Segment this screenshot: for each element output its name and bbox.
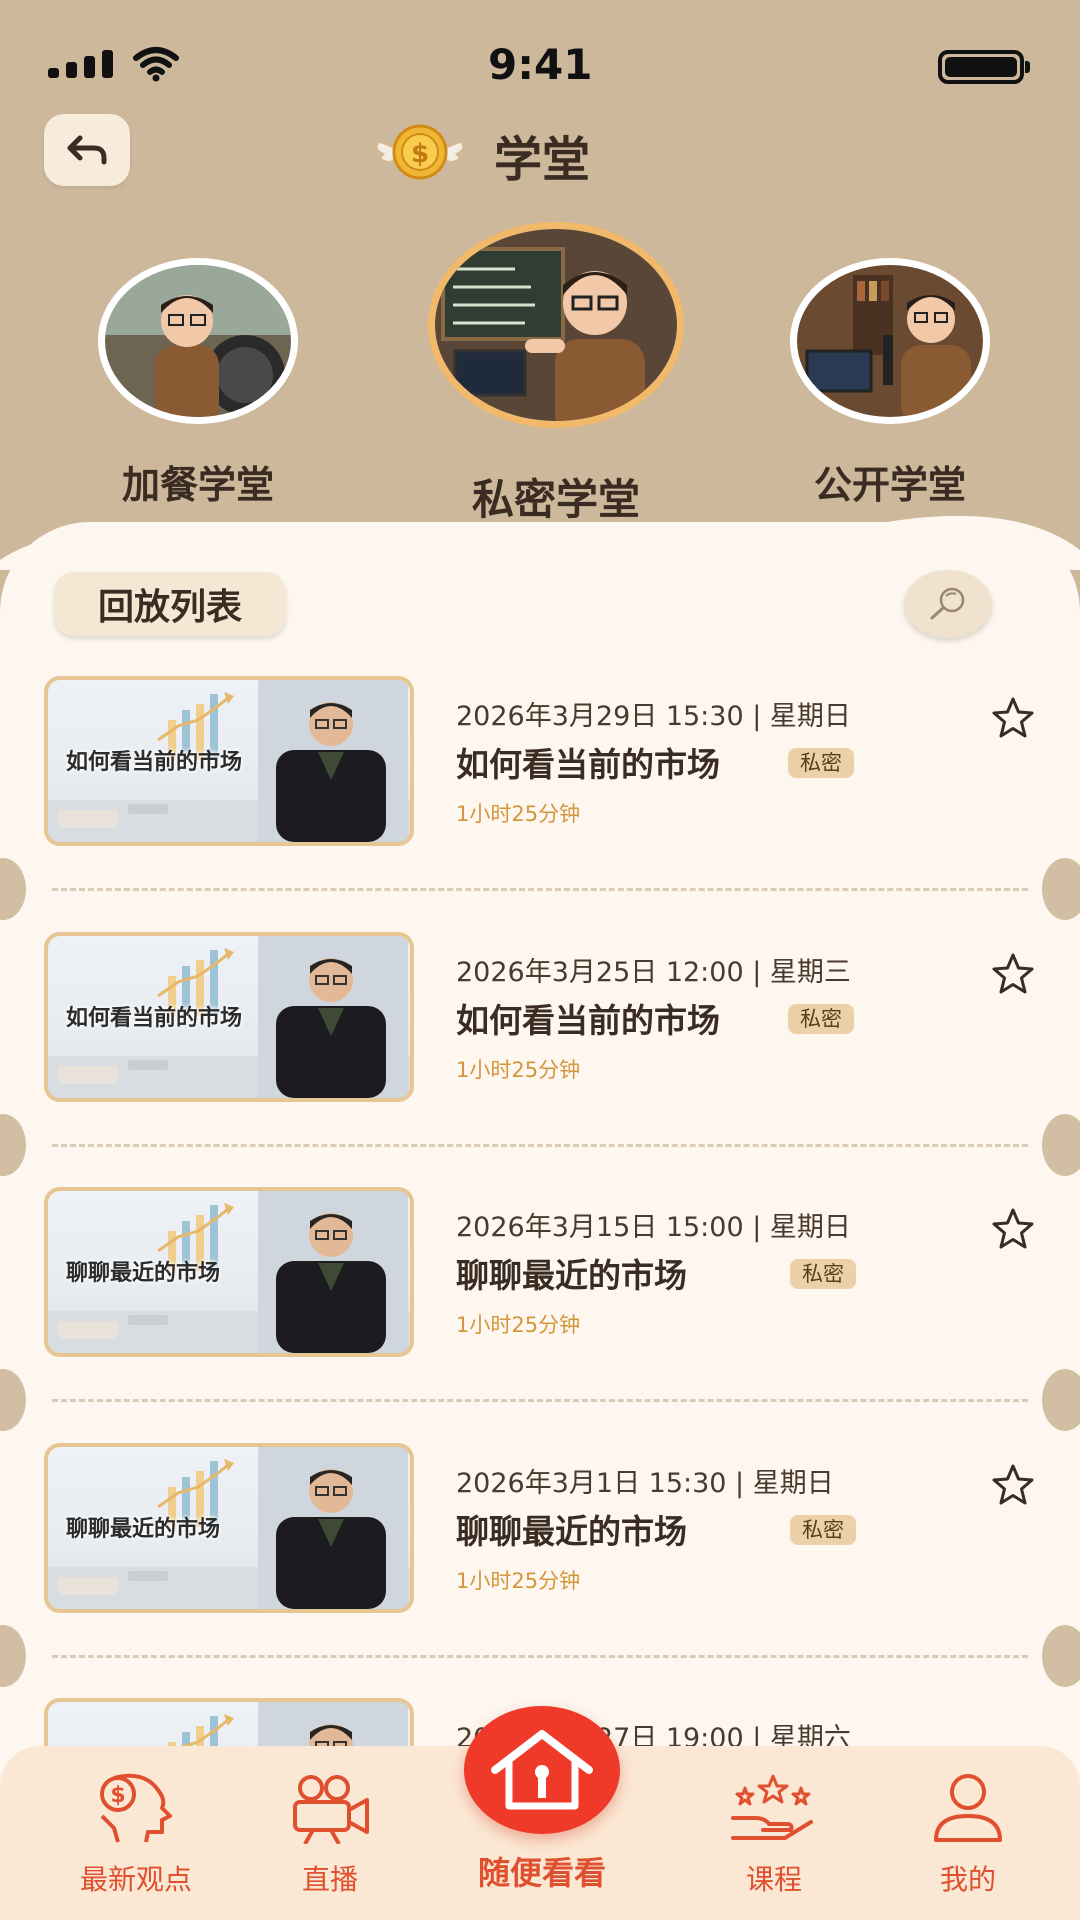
item-title: 聊聊最近的市场 <box>456 1512 687 1551</box>
battery-icon <box>938 50 1024 84</box>
list-item[interactable]: 如何看当前的市场 2026年3月29日 15:30 | 星期日如何看当前的市场 私密… <box>0 676 1080 856</box>
nav-courses-label: 课程 <box>745 1863 802 1896</box>
search-button[interactable] <box>904 570 992 638</box>
hand-stars-icon <box>731 1774 813 1840</box>
status-badge: 私密 <box>788 748 854 778</box>
nav-mine-label: 我的 <box>939 1863 996 1896</box>
coin-logo-icon: $ <box>376 124 464 180</box>
video-thumbnail[interactable]: 如何看当前的市场 <box>44 932 414 1102</box>
clock: 9:41 <box>488 40 593 89</box>
ticket-notch <box>1042 1114 1080 1176</box>
ticket-notch <box>1042 1369 1080 1431</box>
school-extra[interactable]: 加餐学堂 <box>98 258 298 507</box>
list-item[interactable]: 聊聊最近的市场 2026年3月1日 15:30 | 星期日聊聊最近的市场 私密 1小时… <box>0 1443 1080 1623</box>
panel-wave <box>0 515 1080 570</box>
money-head-icon: $ <box>100 1773 172 1843</box>
status-badge: 私密 <box>788 1004 854 1034</box>
item-title: 如何看当前的市场 <box>456 745 720 784</box>
back-arrow-icon <box>67 135 107 165</box>
nav-live-label: 直播 <box>301 1863 358 1896</box>
item-duration: 1小时25分钟 <box>456 1569 581 1593</box>
status-badge: 私密 <box>790 1515 856 1545</box>
ticket-notch <box>1042 1625 1080 1687</box>
school-private[interactable]: 私密学堂 <box>428 222 684 524</box>
item-date: 2026年3月1日 15:30 | 星期日 <box>456 1468 834 1499</box>
nav-home-label[interactable]: 随便看看 <box>442 1848 642 1894</box>
list-item[interactable]: 聊聊最近的市场 2026年3月15日 15:00 | 星期日聊聊最近的市场 私密 1小… <box>0 1187 1080 1367</box>
item-duration: 1小时25分钟 <box>456 802 581 826</box>
item-date: 2026年3月29日 15:30 | 星期日 <box>456 701 851 732</box>
back-button[interactable] <box>44 114 130 186</box>
video-thumbnail[interactable]: 如何看当前的市场 <box>44 676 414 846</box>
status-bar: 9:41 <box>0 0 1080 130</box>
item-date: 2026年3月25日 12:00 | 星期三 <box>456 957 851 988</box>
item-duration: 1小时25分钟 <box>456 1058 581 1082</box>
video-camera-icon <box>293 1775 369 1845</box>
star-icon[interactable] <box>990 1207 1036 1251</box>
list-item[interactable]: 如何看当前的市场 2026年3月25日 12:00 | 星期三如何看当前的市场 私密… <box>0 932 1080 1112</box>
star-icon[interactable] <box>990 1463 1036 1507</box>
thumbnail-title: 如何看当前的市场 <box>66 750 243 775</box>
nav-latest[interactable]: $ 最新观点 <box>56 1772 216 1898</box>
school-public[interactable]: 公开学堂 <box>790 258 990 507</box>
avatar[interactable] <box>428 222 684 428</box>
nav-latest-label: 最新观点 <box>79 1863 192 1896</box>
home-icon <box>491 1730 593 1810</box>
item-title: 如何看当前的市场 <box>456 1001 720 1040</box>
avatar[interactable] <box>790 258 990 424</box>
search-icon <box>930 587 965 620</box>
thumbnail-title: 如何看当前的市场 <box>66 1006 243 1031</box>
signal-icon <box>48 50 113 78</box>
wifi-icon <box>133 47 179 82</box>
divider <box>52 1144 1028 1147</box>
svg-text:$: $ <box>110 1783 125 1808</box>
thumbnail-title: 聊聊最近的市场 <box>66 1517 221 1542</box>
svg-text:$: $ <box>411 139 429 169</box>
divider <box>52 888 1028 891</box>
item-title: 聊聊最近的市场 <box>456 1256 687 1295</box>
star-icon[interactable] <box>990 696 1036 740</box>
item-date: 2026年3月15日 15:00 | 星期日 <box>456 1212 851 1243</box>
user-icon <box>934 1774 1002 1842</box>
nav-courses[interactable]: 课程 <box>694 1772 854 1898</box>
divider <box>52 1399 1028 1402</box>
home-button[interactable] <box>464 1706 620 1834</box>
divider <box>52 1655 1028 1658</box>
ticket-notch <box>1042 858 1080 920</box>
star-icon[interactable] <box>990 952 1036 996</box>
nav-live[interactable]: 直播 <box>250 1772 410 1898</box>
replay-list-title: 回放列表 <box>54 572 286 636</box>
item-duration: 1小时25分钟 <box>456 1313 581 1337</box>
nav-mine[interactable]: 我的 <box>888 1772 1048 1898</box>
thumbnail-title: 聊聊最近的市场 <box>66 1261 221 1286</box>
page-title: 学堂 <box>494 132 591 188</box>
status-badge: 私密 <box>790 1259 856 1289</box>
video-thumbnail[interactable]: 聊聊最近的市场 <box>44 1443 414 1613</box>
avatar[interactable] <box>98 258 298 424</box>
video-thumbnail[interactable]: 聊聊最近的市场 <box>44 1187 414 1357</box>
